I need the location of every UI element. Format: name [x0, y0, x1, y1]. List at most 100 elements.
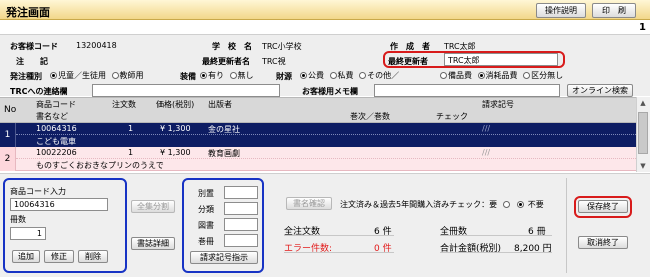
col-price: 価格(税別)	[156, 100, 195, 109]
radio-icon	[50, 72, 57, 79]
product-code-input[interactable]: 10064316	[10, 198, 108, 211]
col-volume: 巻次／巻数	[350, 112, 390, 121]
table-row[interactable]: 2 10022206 1 ¥ 1,300 教育画劇 /// ものすごくおおきなプ…	[0, 147, 636, 171]
funding-option-private[interactable]: 私費	[329, 70, 354, 81]
category-option-none[interactable]: 区分無し	[523, 70, 563, 81]
quantity-input[interactable]: 1	[10, 227, 46, 240]
last-updater-field[interactable]: TRC太郎	[444, 53, 558, 66]
add-button[interactable]: 追加	[12, 250, 40, 263]
call-class-input[interactable]	[224, 202, 258, 215]
col-no: No	[4, 105, 17, 115]
check-needed-radio[interactable]	[502, 201, 510, 208]
funding-label: 財源	[276, 72, 292, 81]
row-line-top	[16, 147, 636, 159]
radio-icon	[477, 72, 485, 79]
memo-field[interactable]	[374, 84, 560, 97]
col-check: チェック	[436, 112, 468, 121]
quantity-label: 冊数	[10, 215, 26, 224]
table-header	[0, 97, 636, 123]
print-button[interactable]: 印 刷	[592, 3, 636, 18]
row-price: ¥ 1,300	[160, 148, 191, 157]
row-title: こども電車	[36, 137, 76, 146]
purchase-check-label: 注文済み＆過去5年間購入済みチェック：要	[340, 200, 498, 209]
row-request-no: ///	[482, 148, 491, 157]
customer-code-value: 13200418	[76, 41, 117, 50]
trc-contact-label: TRCへの連絡欄	[10, 87, 68, 96]
check-not-needed-label: 不要	[527, 200, 544, 209]
col-request-no: 請求記号	[482, 100, 514, 109]
last-updater-value: TRC太郎	[448, 56, 480, 65]
radio-icon	[523, 72, 531, 79]
category-options: 備品費 消耗品費 区分無し	[440, 70, 566, 81]
check-not-needed-radio[interactable]	[517, 201, 525, 208]
note-label: 注 記	[16, 57, 48, 66]
radio-icon	[200, 72, 207, 79]
decoration-option-yes[interactable]: 有り	[200, 70, 224, 81]
row-price: ¥ 1,300	[160, 124, 191, 133]
radio-icon	[440, 72, 447, 79]
call-location-input[interactable]	[224, 186, 258, 199]
product-code-label: 商品コード入力	[10, 187, 66, 196]
delete-button[interactable]: 削除	[78, 250, 108, 263]
row-qty: 1	[128, 124, 134, 133]
modify-button[interactable]: 修正	[44, 250, 74, 263]
call-label-book: 図書	[198, 221, 214, 230]
row-qty: 1	[128, 148, 134, 157]
last-updater-label: 最終更新者	[388, 57, 428, 66]
product-code-value: 10064316	[14, 200, 55, 209]
quantity-value: 1	[36, 229, 42, 238]
book-detail-button[interactable]: 書誌詳細	[131, 237, 175, 250]
decoration-options: 有り 無し	[200, 70, 257, 81]
online-search-button[interactable]: オンライン検索	[567, 84, 633, 97]
row-publisher: 金の星社	[208, 125, 240, 134]
page-title: 発注画面	[6, 6, 50, 19]
scroll-up-icon[interactable]: ▲	[636, 97, 650, 109]
call-volume-input[interactable]	[224, 234, 258, 247]
all-split-button[interactable]: 全集分割	[131, 200, 175, 213]
last-updater-name-value: TRC視	[262, 57, 286, 66]
category-option-consumables[interactable]: 消耗品費	[477, 70, 518, 81]
divider	[440, 252, 552, 253]
call-number-button[interactable]: 請求記号指示	[190, 251, 258, 264]
row-request-no: ///	[482, 124, 491, 133]
funding-option-other[interactable]: その他／	[359, 70, 399, 81]
call-label-location: 別置	[198, 189, 214, 198]
category-option-equipment[interactable]: 備品費	[440, 70, 472, 81]
col-order-qty: 注文数	[112, 100, 136, 109]
last-updater-name-label: 最終更新者名	[202, 57, 250, 66]
row-line-top	[16, 123, 636, 135]
radio-icon	[329, 72, 337, 79]
school-label: 学 校 名	[212, 42, 252, 51]
scroll-down-icon[interactable]: ▼	[636, 160, 650, 172]
funding-option-public[interactable]: 公費	[300, 70, 324, 81]
decoration-label: 装備	[180, 72, 196, 81]
radio-icon	[229, 72, 237, 79]
divider	[440, 235, 552, 236]
row-title: ものすごくおおきなプリンのうえで	[36, 161, 164, 170]
divider	[284, 235, 394, 236]
row-code: 10064316	[36, 124, 77, 133]
col-product-code: 商品コード	[36, 100, 76, 109]
school-value: TRC小学校	[262, 42, 302, 51]
memo-label: お客様用メモ欄	[302, 87, 358, 96]
row-number: 1	[0, 123, 16, 147]
call-book-input[interactable]	[224, 218, 258, 231]
call-label-volume: 巻冊	[198, 237, 214, 246]
book-confirm-button[interactable]: 書名確認	[286, 197, 332, 210]
vertical-divider	[566, 178, 567, 273]
row-number: 2	[0, 147, 16, 171]
table-row[interactable]: 1 10064316 1 ¥ 1,300 金の星社 /// こども電車	[0, 123, 636, 147]
decoration-option-no[interactable]: 無し	[229, 70, 254, 81]
help-button[interactable]: 操作説明	[536, 3, 586, 18]
radio-icon	[300, 72, 307, 79]
order-type-option-student[interactable]: 児童／生徒用	[50, 70, 106, 81]
scrollbar-thumb[interactable]	[638, 112, 648, 154]
col-book-title: 書名など	[36, 112, 68, 121]
order-type-option-teacher[interactable]: 教師用	[111, 70, 144, 81]
trc-contact-field[interactable]	[92, 84, 280, 97]
order-type-options: 児童／生徒用 教師用	[50, 70, 147, 81]
cancel-exit-button[interactable]: 取消終了	[578, 236, 628, 249]
funding-options: 公費 私費 その他／	[300, 70, 402, 81]
radio-icon	[359, 72, 367, 79]
save-exit-button[interactable]: 保存終了	[578, 200, 628, 213]
